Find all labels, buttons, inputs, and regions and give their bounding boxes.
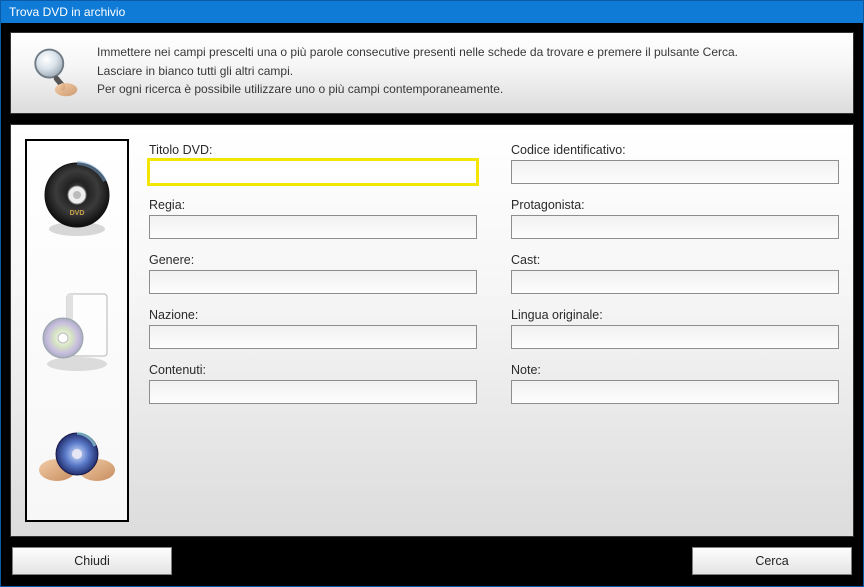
instruction-line-3: Per ogni ricerca è possibile utilizzare …	[97, 80, 738, 99]
input-codice[interactable]	[511, 160, 839, 184]
field-codice: Codice identificativo:	[511, 143, 839, 184]
form-grid: Titolo DVD: Codice identificativo: Regia…	[149, 139, 839, 522]
instruction-line-2: Lasciare in bianco tutti gli altri campi…	[97, 62, 738, 81]
client-area: Immettere nei campi prescelti una o più …	[1, 23, 863, 586]
field-nazione: Nazione:	[149, 308, 477, 349]
instruction-line-1: Immettere nei campi prescelti una o più …	[97, 43, 738, 62]
input-contenuti[interactable]	[149, 380, 477, 404]
window-title: Trova DVD in archivio	[9, 5, 125, 19]
input-protagonista[interactable]	[511, 215, 839, 239]
input-note[interactable]	[511, 380, 839, 404]
field-cast: Cast:	[511, 253, 839, 294]
label-codice: Codice identificativo:	[511, 143, 839, 157]
label-genere: Genere:	[149, 253, 477, 267]
magnifier-icon	[25, 43, 81, 99]
label-titolo: Titolo DVD:	[149, 143, 477, 157]
svg-text:DVD: DVD	[70, 210, 85, 217]
field-protagonista: Protagonista:	[511, 198, 839, 239]
form-panel: DVD	[10, 124, 854, 537]
field-lingua: Lingua originale:	[511, 308, 839, 349]
input-nazione[interactable]	[149, 325, 477, 349]
hand-disc-icon	[37, 416, 117, 506]
field-titolo: Titolo DVD:	[149, 143, 477, 184]
instructions-text: Immettere nei campi prescelti una o più …	[97, 43, 738, 99]
input-regia[interactable]	[149, 215, 477, 239]
chiudi-button[interactable]: Chiudi	[12, 547, 172, 575]
input-genere[interactable]	[149, 270, 477, 294]
field-note: Note:	[511, 363, 839, 404]
input-cast[interactable]	[511, 270, 839, 294]
label-contenuti: Contenuti:	[149, 363, 477, 377]
label-cast: Cast:	[511, 253, 839, 267]
instructions-panel: Immettere nei campi prescelti una o più …	[10, 32, 854, 114]
field-regia: Regia:	[149, 198, 477, 239]
label-nazione: Nazione:	[149, 308, 477, 322]
label-lingua: Lingua originale:	[511, 308, 839, 322]
label-regia: Regia:	[149, 198, 477, 212]
label-protagonista: Protagonista:	[511, 198, 839, 212]
input-lingua[interactable]	[511, 325, 839, 349]
sidebar-images: DVD	[25, 139, 129, 522]
input-titolo[interactable]	[147, 158, 479, 186]
dvd-disc-icon: DVD	[37, 155, 117, 245]
search-dvd-window: Trova DVD in archivio	[0, 0, 864, 587]
field-genere: Genere:	[149, 253, 477, 294]
cerca-button[interactable]: Cerca	[692, 547, 852, 575]
label-note: Note:	[511, 363, 839, 377]
button-row: Chiudi Cerca	[10, 547, 854, 577]
field-contenuti: Contenuti:	[149, 363, 477, 404]
titlebar[interactable]: Trova DVD in archivio	[1, 1, 863, 23]
dvd-case-icon	[37, 286, 117, 376]
